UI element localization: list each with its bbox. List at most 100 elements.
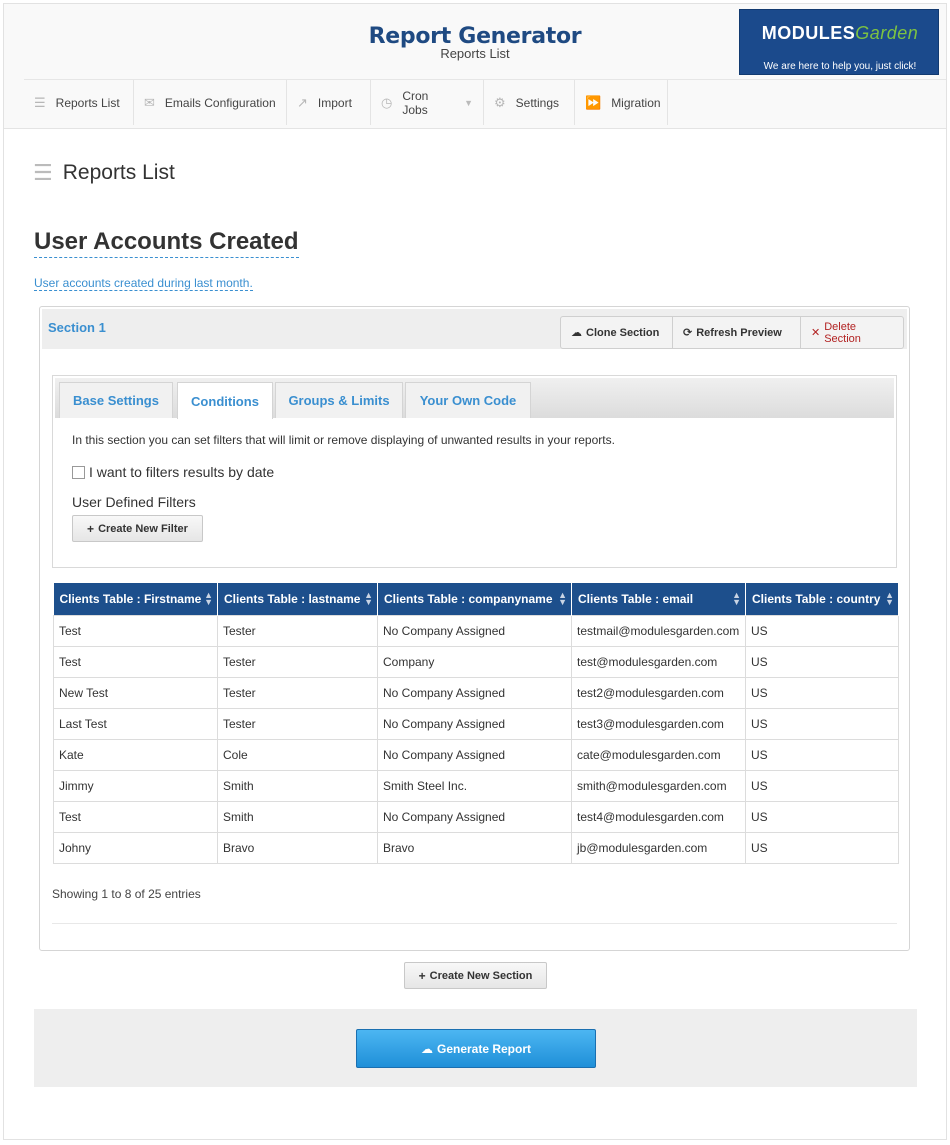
forward-icon: ⏩ bbox=[585, 94, 602, 110]
sort-icon: ▲ ▼ bbox=[364, 590, 373, 607]
plus-icon: + bbox=[418, 968, 426, 983]
table-cell: New Test bbox=[53, 676, 218, 709]
column-header-label: Clients Table : country bbox=[752, 591, 881, 606]
date-filter-row: I want to filters results by date bbox=[72, 464, 274, 480]
sort-icon: ▲ ▼ bbox=[558, 590, 567, 607]
nav-item-reports-list[interactable]: ☰ Reports List bbox=[24, 80, 134, 125]
report-section: Section 1 ☁ Clone Section ⟳ Refresh Prev… bbox=[39, 306, 910, 951]
tabs-bar: Base Settings Conditions Groups & Limits… bbox=[55, 378, 894, 419]
table-cell: US bbox=[745, 769, 899, 802]
table-cell: Company bbox=[377, 645, 572, 678]
table-header-row: Clients Table : Firstname ▲ ▼ Clients Table… bbox=[53, 583, 899, 615]
table-cell: smith@modulesgarden.com bbox=[571, 769, 746, 802]
create-new-filter-button[interactable]: + Create New Filter bbox=[72, 515, 203, 542]
table-cell: Tester bbox=[217, 645, 378, 678]
nav-item-label: Settings bbox=[515, 95, 560, 110]
create-filter-label: Create New Filter bbox=[98, 522, 188, 535]
brand-logo-main: MODULES bbox=[761, 23, 856, 43]
table-cell: US bbox=[745, 614, 899, 647]
section-tabs-panel: Base Settings Conditions Groups & Limits… bbox=[52, 375, 897, 568]
nav-item-label: Import bbox=[317, 95, 352, 110]
table-cell: test@modulesgarden.com bbox=[571, 645, 746, 678]
page-title-text: Reports List bbox=[62, 161, 175, 184]
sort-icon: ▲ ▼ bbox=[204, 590, 213, 607]
brand-logo-accent: Garden bbox=[855, 23, 919, 43]
delete-section-button[interactable]: ✕ Delete Section bbox=[801, 317, 903, 348]
brand-tagline: We are here to help you, just click! bbox=[763, 61, 917, 72]
section-header: Section 1 ☁ Clone Section ⟳ Refresh Prev… bbox=[42, 309, 907, 349]
table-row: Johny Bravo Bravo jb@modulesgarden.com US bbox=[53, 831, 899, 864]
nav-item-emails-configuration[interactable]: ✉ Emails Configuration bbox=[134, 80, 287, 125]
table-cell: test4@modulesgarden.com bbox=[571, 800, 746, 833]
clone-section-label: Clone Section bbox=[586, 326, 660, 339]
table-body: Test Tester No Company Assigned testmail@mo… bbox=[53, 614, 899, 864]
table-cell: Bravo bbox=[217, 831, 378, 864]
column-header[interactable]: Clients Table : country ▲ ▼ bbox=[745, 583, 899, 615]
column-header[interactable]: Clients Table : Firstname ▲ ▼ bbox=[53, 583, 218, 615]
table-cell: Test bbox=[53, 800, 218, 833]
report-description-editable[interactable]: User accounts created during last month. bbox=[34, 276, 253, 291]
section-button-group: ☁ Clone Section ⟳ Refresh Preview ✕ Dele… bbox=[560, 316, 904, 349]
list-icon: ☰ bbox=[34, 94, 46, 110]
main-nav: ☰ Reports List ✉ Emails Configuration ↗ … bbox=[24, 79, 946, 125]
generate-report-button[interactable]: ☁ Generate Report bbox=[356, 1029, 596, 1068]
sort-icon: ▲ ▼ bbox=[732, 590, 741, 607]
table-cell: testmail@modulesgarden.com bbox=[571, 614, 746, 647]
table-row: Test Smith No Company Assigned test4@module… bbox=[53, 800, 899, 833]
table-cell: Smith bbox=[217, 769, 378, 802]
brand-banner[interactable]: MODULESGarden We are here to help you, j… bbox=[739, 9, 939, 75]
refresh-icon: ⟳ bbox=[683, 327, 693, 339]
clone-section-button[interactable]: ☁ Clone Section bbox=[561, 317, 673, 348]
date-filter-checkbox[interactable] bbox=[72, 465, 85, 479]
brand-logo: MODULESGarden bbox=[740, 23, 940, 44]
create-new-section-button[interactable]: + Create New Section bbox=[404, 962, 547, 989]
table-cell: Smith bbox=[217, 800, 378, 833]
table-cell: No Company Assigned bbox=[377, 614, 572, 647]
delete-section-label: Delete Section bbox=[824, 320, 861, 345]
table-cell: Test bbox=[53, 614, 218, 647]
table-cell: Test bbox=[53, 645, 218, 678]
nav-item-label: Migration bbox=[611, 95, 661, 110]
section-label[interactable]: Section 1 bbox=[48, 320, 106, 335]
close-icon: ✕ bbox=[811, 327, 821, 339]
table-cell: Jimmy bbox=[53, 769, 218, 802]
table-cell: US bbox=[745, 707, 899, 740]
report-name-editable[interactable]: User Accounts Created bbox=[34, 228, 299, 258]
tab-your-own-code[interactable]: Your Own Code bbox=[405, 382, 531, 418]
nav-item-cron-jobs[interactable]: ◷ Cron Jobs ▼ bbox=[371, 80, 484, 125]
nav-item-label: Reports List bbox=[55, 95, 120, 110]
column-header[interactable]: Clients Table : email ▲ ▼ bbox=[571, 583, 746, 615]
generate-report-label: Generate Report bbox=[436, 1041, 532, 1056]
app-header: Report Generator Reports List MODULESGar… bbox=[4, 4, 946, 129]
table-row: Test Tester Company test@modulesgarden.com U… bbox=[53, 645, 899, 678]
table-row: Test Tester No Company Assigned testmail@mo… bbox=[53, 614, 899, 647]
table-cell: test3@modulesgarden.com bbox=[571, 707, 746, 740]
plus-icon: + bbox=[87, 521, 95, 536]
cloud-icon: ☁ bbox=[571, 327, 582, 339]
column-header[interactable]: Clients Table : companyname ▲ ▼ bbox=[377, 583, 572, 615]
tab-conditions[interactable]: Conditions bbox=[177, 382, 273, 419]
cloud-icon: ☁ bbox=[420, 1041, 433, 1056]
share-icon: ↗ bbox=[297, 94, 308, 110]
preview-table: Clients Table : Firstname ▲ ▼ Clients Table… bbox=[53, 583, 899, 864]
table-row: Jimmy Smith Smith Steel Inc. smith@modulesg… bbox=[53, 769, 899, 802]
nav-item-settings[interactable]: ⚙ Settings bbox=[484, 80, 575, 125]
sort-icon: ▲ ▼ bbox=[885, 590, 894, 607]
column-header-label: Clients Table : email bbox=[578, 591, 694, 606]
date-filter-label[interactable]: I want to filters results by date bbox=[89, 464, 274, 480]
refresh-preview-button[interactable]: ⟳ Refresh Preview bbox=[673, 317, 801, 348]
page-title: ☰ Reports List bbox=[33, 160, 175, 186]
column-header[interactable]: Clients Table : lastname ▲ ▼ bbox=[217, 583, 378, 615]
table-cell: Tester bbox=[217, 707, 378, 740]
table-cell: Cole bbox=[217, 738, 378, 771]
column-header-label: Clients Table : lastname bbox=[224, 591, 361, 606]
nav-item-import[interactable]: ↗ Import bbox=[287, 80, 371, 125]
table-row: Last Test Tester No Company Assigned test3@… bbox=[53, 707, 899, 740]
table-cell: US bbox=[745, 738, 899, 771]
table-info: Showing 1 to 8 of 25 entries bbox=[52, 887, 201, 901]
nav-item-migration[interactable]: ⏩ Migration bbox=[575, 80, 668, 125]
tab-base-settings[interactable]: Base Settings bbox=[59, 382, 173, 418]
nav-item-label: Emails Configuration bbox=[164, 95, 276, 110]
tab-groups-limits[interactable]: Groups & Limits bbox=[275, 382, 403, 418]
envelope-icon: ✉ bbox=[144, 94, 155, 110]
